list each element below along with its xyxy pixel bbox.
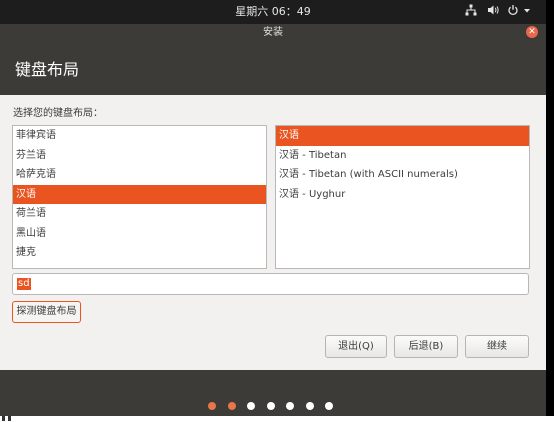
progress-step-dot xyxy=(286,402,294,410)
desktop-screen: 星期六 06：49 安装 ✕ 键盘布局 选择您的键盘布局： 菲律宾语 芬兰语 哈… xyxy=(0,0,554,416)
main-content: 选择您的键盘布局： 菲律宾语 芬兰语 哈萨克语 汉语 荷兰语 黑山语 捷克 汉语… xyxy=(0,95,546,370)
window-titlebar: 安装 ✕ xyxy=(0,24,546,42)
variant-list-item[interactable]: 汉语 - Uyghur xyxy=(276,185,529,205)
continue-button[interactable]: 继续 xyxy=(465,335,529,358)
cursor-fragment-icon xyxy=(2,416,11,421)
page-title: 键盘布局 xyxy=(15,60,80,79)
layout-prompt-label: 选择您的键盘布局： xyxy=(13,108,103,119)
variant-list-item-selected[interactable]: 汉语 xyxy=(276,126,529,146)
layout-list[interactable]: 菲律宾语 芬兰语 哈萨克语 汉语 荷兰语 黑山语 捷克 xyxy=(12,125,267,269)
keyboard-test-input[interactable]: sd xyxy=(12,273,529,295)
chevron-down-icon[interactable] xyxy=(523,4,531,20)
network-icon[interactable] xyxy=(465,4,477,20)
layout-list-item[interactable]: 菲律宾语 xyxy=(13,126,266,146)
variant-list[interactable]: 汉语 汉语 - Tibetan 汉语 - Tibetan (with ASCII… xyxy=(275,125,530,269)
layout-list-item[interactable]: 捷克 xyxy=(13,243,266,263)
layout-list-item[interactable]: 芬兰语 xyxy=(13,146,266,166)
layout-list-item[interactable]: 哈萨克语 xyxy=(13,165,266,185)
layout-list-item[interactable]: 荷兰语 xyxy=(13,204,266,224)
variant-list-item[interactable]: 汉语 - Tibetan xyxy=(276,146,529,166)
layout-list-item-selected[interactable]: 汉语 xyxy=(13,184,266,204)
variant-list-item[interactable]: 汉语 - Tibetan (with ASCII numerals) xyxy=(276,165,529,185)
volume-icon[interactable] xyxy=(487,4,500,20)
progress-bar-area xyxy=(0,370,546,416)
window-title: 安装 xyxy=(263,27,283,38)
progress-step-dot xyxy=(325,402,333,410)
progress-step-dot xyxy=(208,402,216,410)
quit-button[interactable]: 退出(Q) xyxy=(325,335,387,358)
power-icon[interactable] xyxy=(507,4,519,20)
detect-layout-button[interactable]: 探测键盘布局 xyxy=(12,301,81,323)
progress-step-dot xyxy=(266,402,275,410)
top-panel: 星期六 06：49 xyxy=(0,0,546,24)
progress-step-dot xyxy=(305,402,314,410)
keyboard-test-input-value: sd xyxy=(17,278,31,290)
progress-step-dot xyxy=(227,402,236,410)
page-header: 键盘布局 xyxy=(0,42,546,95)
progress-step-dot xyxy=(247,402,255,410)
back-button[interactable]: 后退(B) xyxy=(394,335,458,358)
close-icon[interactable]: ✕ xyxy=(526,26,538,38)
layout-list-item[interactable]: 黑山语 xyxy=(13,224,266,244)
